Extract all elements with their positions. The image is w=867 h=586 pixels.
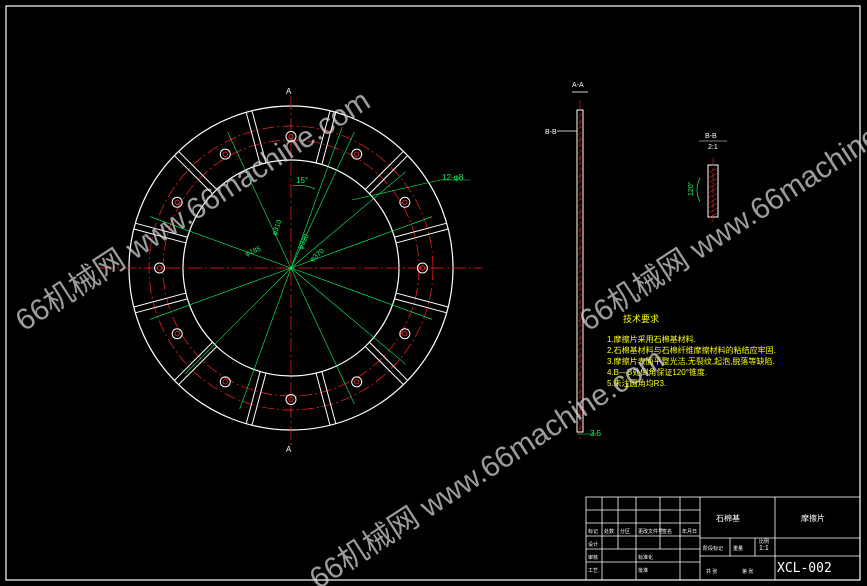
dimension-leader-10: [149, 267, 292, 320]
dim-d1: φ310: [271, 219, 283, 237]
tb-cell-count: 处数: [604, 528, 614, 535]
groove-4-edge-1: [251, 372, 267, 426]
hole-11-center: [354, 151, 360, 157]
section-mark-bottom: A: [286, 445, 292, 454]
groove-2-edge-2: [364, 346, 404, 386]
groove-12-edge-2: [395, 228, 449, 244]
dimension-leader-9: [184, 267, 292, 375]
watermark-1: 66机械网 www.66machine.com: [10, 84, 376, 338]
tb-part-name: 摩擦片: [801, 513, 825, 523]
tech-heading: 技术要求: [623, 313, 659, 324]
detail-scale: 2:1: [708, 144, 718, 151]
groove-3-edge-2: [315, 372, 331, 426]
thickness-dim: 3.5: [590, 429, 602, 438]
hole-11: [351, 148, 363, 160]
tb-cell-weight: 重量: [733, 545, 743, 552]
dimension-leader-7: [290, 267, 355, 405]
hole-5-center: [222, 379, 228, 385]
hole-12-center: [402, 199, 408, 205]
dimension-leader-6: [290, 267, 407, 365]
dim-d4: φ185: [244, 246, 262, 258]
tb-drawing-no: XCL-002: [777, 561, 832, 576]
section-title: A-A: [572, 82, 584, 89]
section-mark-top: A: [286, 87, 292, 96]
groove-3-edge-1: [321, 371, 337, 424]
tb-cell-ratio: 比例: [759, 538, 769, 545]
tb-cell-approve: 批准: [638, 567, 648, 574]
dim-d3: φ370: [309, 248, 326, 264]
detail-angle: 120°: [687, 181, 695, 196]
detail-title: B-B: [705, 133, 717, 140]
groove-5-edge-2: [173, 341, 213, 381]
tb-cell-total: 共 张: [706, 568, 717, 575]
dim-d2: φ320: [297, 233, 310, 251]
tech-item-2: 2.石棉基材料与石棉纤维摩擦材料的粘结应牢固.: [607, 345, 776, 355]
tb-cell-design: 设计: [588, 541, 598, 548]
groove-6-edge-1: [135, 298, 188, 314]
hole-9: [219, 148, 231, 160]
detail-view-b-b: B-B 2:1 120°: [687, 133, 727, 224]
groove-1-edge-1: [395, 292, 449, 308]
tb-cell-standard: 标准化: [638, 554, 653, 561]
hole-6: [171, 328, 183, 340]
dim-slot-count: 12-φ8: [442, 173, 464, 182]
detail-angle-arc: [696, 177, 701, 203]
angle-dim-arc: [292, 185, 316, 190]
groove-6-edge-2: [133, 292, 187, 308]
dimension-leader-8: [239, 267, 292, 410]
hole-2: [399, 328, 411, 340]
tb-scale: 1:1: [759, 545, 769, 552]
hole-12: [399, 196, 411, 208]
title-block-text: 石棉基 摩擦片 XCL-002 1:1 标记 处数 分区 更改文件号 签名 年月…: [588, 513, 832, 576]
tb-cell-sign: 签名: [662, 528, 672, 535]
tb-cell-zone: 分区: [620, 528, 630, 535]
tb-cell-stage: 阶段标记: [703, 545, 723, 552]
watermark-2: 66机械网 www.66machine.com: [574, 84, 867, 338]
watermark-3: 66机械网 www.66machine.com: [304, 342, 670, 586]
tb-cell-sheet: 第 张: [742, 568, 753, 575]
hole-2-center: [402, 331, 408, 337]
groove-12-edge-1: [394, 222, 447, 238]
tb-cell-process: 工艺: [588, 568, 598, 574]
hole-3-center: [354, 379, 360, 385]
hole-6-center: [174, 331, 180, 337]
cad-drawing: A A 15° 12-φ8 φ310 φ320 φ370 φ185 A-A B-…: [5, 5, 867, 586]
hole-3: [351, 376, 363, 388]
dimension-leader-5: [290, 267, 433, 320]
tb-cell-review: 审核: [588, 554, 598, 561]
hole-9-center: [222, 151, 228, 157]
tb-cell-date: 年月日: [682, 528, 697, 535]
groove-5-edge-1: [178, 346, 218, 386]
hole-5: [219, 376, 231, 388]
dim-angle: 15°: [296, 176, 308, 185]
groove-1-edge-2: [394, 298, 447, 314]
tb-cell-changeno: 更改文件号: [638, 528, 663, 535]
cut-label: B-B: [545, 129, 557, 136]
groove-4-edge-2: [245, 371, 261, 424]
tb-cell-mark: 标记: [588, 528, 598, 535]
tb-material: 石棉基: [716, 513, 740, 523]
groove-11-edge-1: [364, 150, 404, 190]
